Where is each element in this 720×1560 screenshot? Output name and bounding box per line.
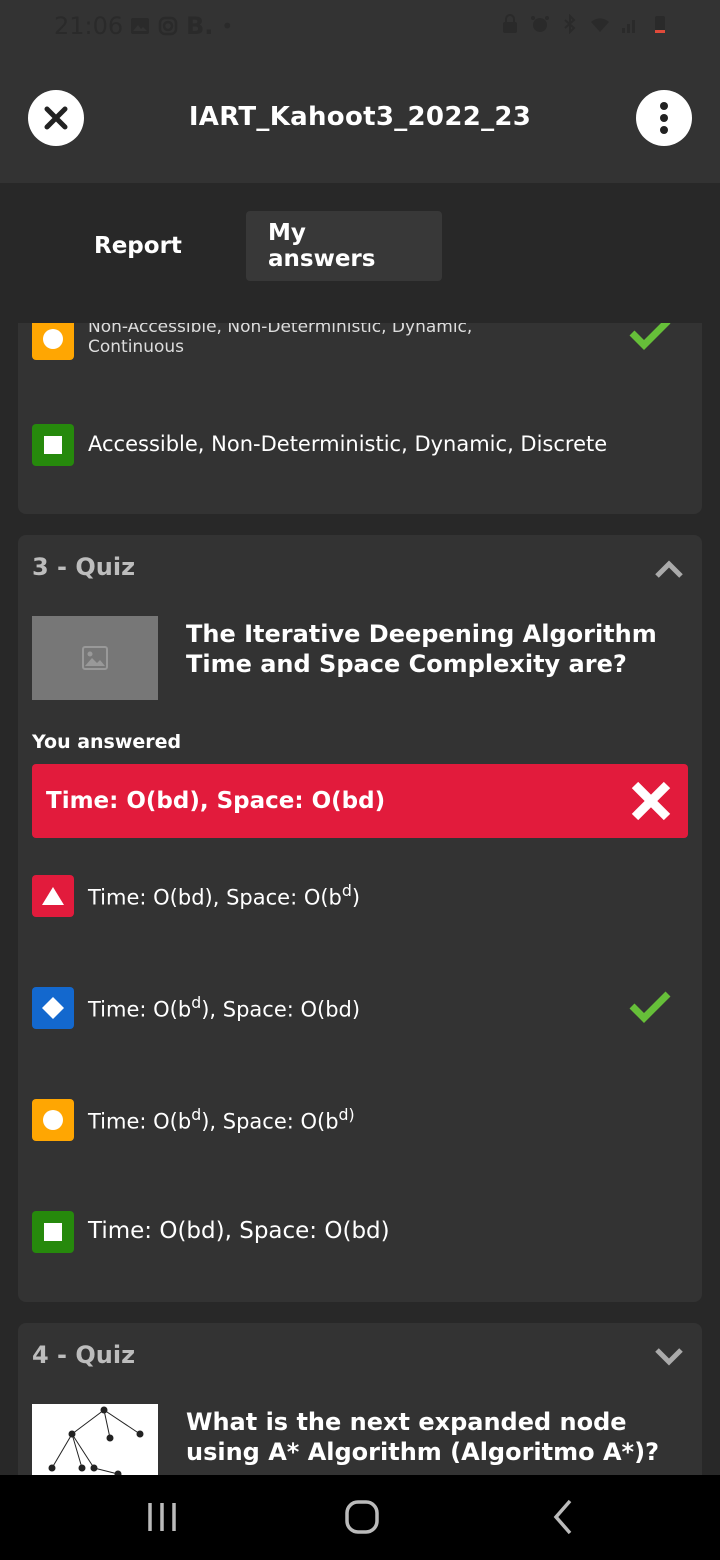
answer-option: Time: O(bd), Space: O(bd)	[32, 1099, 688, 1141]
your-answer-text: Time: O(bd), Space: O(bd)	[46, 788, 386, 814]
question-text: The Iterative Deepening Algorithm Time a…	[186, 620, 657, 678]
chevron-down-icon[interactable]	[654, 1347, 684, 1367]
battery-icon	[655, 16, 665, 33]
answer-text-end: )	[351, 885, 361, 910]
your-answer-bar: Time: O(bd), Space: O(bd)	[32, 764, 688, 838]
answer-superscript: d	[191, 1104, 202, 1124]
answers-list[interactable]: Non-Accessible, Non-Deterministic, Dynam…	[0, 323, 720, 1475]
answer-option: Accessible, Non-Deterministic, Dynamic, …	[32, 424, 688, 466]
tree-diagram-icon	[48, 1406, 144, 1475]
circle-shape-icon	[32, 1099, 74, 1141]
tab-report[interactable]: Report	[72, 211, 204, 281]
home-icon[interactable]	[340, 1497, 384, 1537]
answer-superscript: d	[191, 992, 202, 1012]
instagram-icon	[158, 16, 178, 36]
answer-option: Time: O(bd), Space: O(bd)	[32, 1211, 688, 1253]
back-icon[interactable]	[542, 1497, 586, 1537]
tab-my-answers[interactable]: My answers	[246, 211, 442, 281]
bluetooth-icon	[564, 14, 576, 34]
more-vertical-icon	[660, 102, 668, 134]
signal-icon	[622, 20, 635, 33]
wrong-x-icon	[631, 781, 671, 821]
more-options-button[interactable]	[636, 90, 692, 146]
square-shape-icon	[32, 424, 74, 466]
correct-check-icon	[629, 991, 671, 1023]
correct-check-icon	[629, 323, 671, 350]
lock-icon	[503, 14, 517, 33]
image-icon	[82, 646, 108, 670]
recent-apps-icon[interactable]	[140, 1497, 184, 1537]
wifi-icon	[591, 18, 609, 32]
answer-text: Non-Accessible, Non-Deterministic, Dynam…	[88, 323, 473, 337]
question-card-3: 3 - Quiz The Iterative Deepening Algorit…	[18, 535, 702, 1302]
status-bar: 21:06 B. •	[0, 0, 720, 56]
answer-superscript: d)	[338, 1104, 355, 1124]
status-time: 21:06	[54, 12, 124, 40]
tab-bar: Report My answers	[0, 183, 720, 323]
answer-text-mid: ), Space: O(b	[201, 1109, 339, 1134]
answer-text: Time: O(bd), Space: O(b	[88, 885, 342, 910]
app-header: IART_Kahoot3_2022_23	[0, 56, 720, 183]
you-answered-label: You answered	[32, 731, 182, 753]
booking-icon: B.	[186, 12, 214, 40]
answer-text-end: ), Space: O(bd)	[201, 997, 361, 1022]
chevron-up-icon[interactable]	[654, 559, 684, 579]
question-card-2: Non-Accessible, Non-Deterministic, Dynam…	[18, 323, 702, 514]
question-card-4: 4 - Quiz What is the next expanded node …	[18, 1323, 702, 1475]
answer-option: Non-Accessible, Non-Deterministic, Dynam…	[32, 323, 688, 360]
square-shape-icon	[32, 1211, 74, 1253]
diamond-shape-icon	[32, 987, 74, 1029]
question-image-placeholder	[32, 616, 158, 700]
page-title: IART_Kahoot3_2022_23	[188, 102, 532, 132]
alarm-icon	[531, 16, 549, 32]
notification-dot: •	[221, 14, 234, 38]
system-nav-bar	[0, 1475, 720, 1560]
question-image	[32, 1404, 158, 1475]
answer-option: Time: O(bd), Space: O(bd)	[32, 987, 688, 1029]
answer-text-continued: Continuous	[88, 337, 185, 357]
triangle-shape-icon	[32, 875, 74, 917]
answer-text: Time: O(b	[88, 1109, 192, 1134]
question-header: 3 - Quiz	[32, 553, 136, 581]
answer-text: Time: O(b	[88, 997, 192, 1022]
question-text: What is the next expanded node using A* …	[186, 1408, 659, 1466]
answer-option: Time: O(bd), Space: O(bd)	[32, 875, 688, 917]
gallery-icon	[131, 18, 149, 34]
answer-superscript: d	[341, 880, 352, 900]
answer-text: Time: O(bd), Space: O(bd)	[88, 1218, 390, 1245]
question-header: 4 - Quiz	[32, 1341, 136, 1369]
answer-text: Accessible, Non-Deterministic, Dynamic, …	[88, 432, 608, 457]
circle-shape-icon	[32, 323, 74, 360]
